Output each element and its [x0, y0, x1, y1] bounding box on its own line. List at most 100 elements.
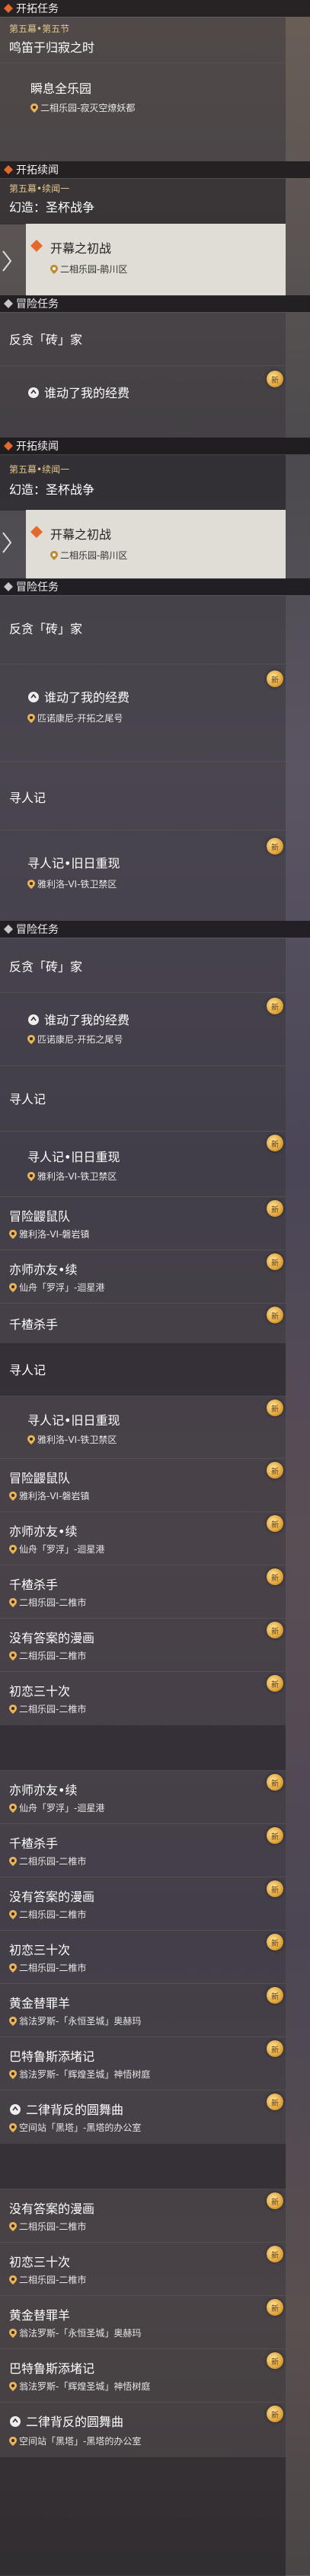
quest-item[interactable]: 巴特鲁斯添堵记 翁法罗斯-「辉煌圣城」神悟树庭 新 [0, 2348, 286, 2402]
quest-title: 千楂杀手 [9, 1317, 59, 1332]
quest-item[interactable]: 第五幕•第五节 鸣笛于归寂之时 [0, 17, 286, 63]
quest-item-selected[interactable]: 开幕之初战 二相乐园-鹃川区 [26, 224, 286, 296]
quest-item[interactable]: 没有答案的漫画 二相乐园-二椎市 新 [0, 1618, 286, 1672]
selected-indicator-icon [0, 525, 17, 560]
quest-item[interactable]: 谁动了我的经费 匹诺康尼-开拓之尾号 新 [0, 664, 286, 762]
quest-title: 千楂杀手 [9, 1836, 59, 1851]
new-badge-icon: 新 [267, 1200, 283, 1217]
quest-title: 亦师亦友•续 [9, 1263, 78, 1277]
location-pin-icon [9, 2016, 17, 2026]
quest-item[interactable]: 千楂杀手 二相乐园-二椎市 新 [0, 1565, 286, 1619]
quest-type-icon [30, 526, 43, 538]
quest-item[interactable]: 反贪「砖」家 [0, 312, 286, 366]
list-spacer [0, 2143, 286, 2189]
location-pin-icon [9, 1704, 17, 1714]
category-header-adventure[interactable]: 冒险任务 [0, 578, 310, 595]
quest-title: 没有答案的漫画 [9, 2202, 95, 2216]
quest-title: 初恋三十次 [9, 1943, 71, 1957]
quest-item-selected[interactable]: 开幕之初战 二相乐园-鹃川区 [26, 510, 286, 579]
quest-location: 二相乐园-二椎市 [9, 1961, 86, 1974]
location-pin-icon [9, 2122, 17, 2132]
quest-item[interactable]: 反贪「砖」家 [0, 595, 286, 664]
category-header-continuation[interactable]: 开拓续闻 [0, 438, 310, 454]
location-pin-icon [9, 1597, 17, 1607]
quest-item[interactable]: 二律背反的圆舞曲 空间站「黑塔」-黑塔的办公室 新 [0, 2090, 286, 2144]
new-badge-icon: 新 [267, 2094, 283, 2110]
quest-type-icon [27, 1014, 40, 1026]
quest-item[interactable]: 亦师亦友•续 仙舟「罗浮」-迴星港 新 [0, 1250, 286, 1304]
adventure-mission-icon [4, 582, 13, 591]
quest-item[interactable]: 反贪「砖」家 [0, 938, 286, 993]
new-badge-icon: 新 [267, 1622, 283, 1638]
quest-item[interactable]: 初恋三十次 二相乐园-二椎市 新 [0, 2242, 286, 2296]
quest-location: 二相乐园-二椎市 [9, 1596, 86, 1609]
quest-item[interactable]: 瞬息全乐园 二相乐园-寂灭空燎妖都 [0, 62, 286, 162]
quest-title: 反贪「砖」家 [9, 333, 83, 347]
quest-title: 谁动了我的经费 [27, 687, 129, 705]
quest-item[interactable]: 谁动了我的经费 新 [0, 365, 286, 438]
location-pin-icon [27, 1171, 35, 1181]
quest-item[interactable]: 黄金替罪羊 翁法罗斯-「永恒圣城」奥赫玛 新 [0, 2295, 286, 2349]
quest-type-icon [30, 240, 43, 252]
quest-location: 匹诺康尼-开拓之尾号 [27, 712, 123, 724]
quest-title: 冒险鼹鼠队 [9, 1209, 71, 1224]
adventure-mission-icon [4, 925, 13, 934]
new-badge-icon: 新 [267, 998, 283, 1014]
new-badge-icon: 新 [267, 1568, 283, 1585]
quest-item[interactable]: 谁动了我的经费 匹诺康尼-开拓之尾号 新 [0, 992, 286, 1066]
category-header-adventure[interactable]: 冒险任务 [0, 921, 310, 938]
quest-title: 冒险鼹鼠队 [9, 1471, 71, 1485]
new-badge-icon: 新 [267, 1675, 283, 1692]
quest-item[interactable]: 亦师亦友•续 仙舟「罗浮」-迴星港 新 [0, 1770, 286, 1824]
category-header-continuation[interactable]: 开拓续闻 [0, 161, 310, 178]
quest-location: 雅利洛-VI-铁卫禁区 [27, 1433, 117, 1446]
quest-item[interactable]: 亦师亦友•续 仙舟「罗浮」-迴星港 新 [0, 1511, 286, 1565]
category-header-trailblaze[interactable]: 开拓任务 [0, 0, 310, 17]
quest-group-header[interactable]: 寻人记 [0, 1342, 286, 1396]
quest-type-icon [27, 387, 40, 399]
quest-item[interactable]: 寻人记•旧日重现 雅利洛-VI-铁卫禁区 新 [0, 829, 286, 922]
quest-title: 寻人记•旧日重现 [27, 856, 120, 871]
location-pin-icon [9, 1651, 17, 1661]
quest-item[interactable]: 黄金替罪羊 翁法罗斯-「永恒圣城」奥赫玛 新 [0, 1983, 286, 2037]
quest-group-header[interactable]: 寻人记 [0, 1065, 286, 1132]
quest-item[interactable]: 二律背反的圆舞曲 空间站「黑塔」-黑塔的办公室 新 [0, 2402, 286, 2457]
quest-item[interactable]: 冒险鼹鼠队 雅利洛-VI-磐岩镇 新 [0, 1458, 286, 1512]
category-label: 开拓续闻 [16, 441, 59, 453]
new-badge-icon: 新 [267, 1987, 283, 2004]
quest-item[interactable]: 寻人记•旧日重现 雅利洛-VI-铁卫禁区 新 [0, 1131, 286, 1197]
new-badge-icon: 新 [267, 2192, 283, 2209]
category-header-adventure[interactable]: 冒险任务 [0, 295, 310, 312]
continuation-icon [4, 165, 13, 174]
quest-title: 亦师亦友•续 [9, 1783, 78, 1797]
quest-item[interactable]: 没有答案的漫画 二相乐园-二椎市 新 [0, 1877, 286, 1931]
new-badge-icon: 新 [267, 2299, 283, 2316]
quest-chapter: 第五幕•第五节 [9, 24, 70, 34]
quest-item[interactable]: 千楂杀手 新 [0, 1303, 286, 1343]
adventure-mission-icon [4, 299, 13, 308]
quest-item[interactable]: 第五幕•续闻一 幻造：圣杯战争 [0, 178, 286, 224]
quest-title: 巴特鲁斯添堵记 [9, 2361, 95, 2376]
quest-item[interactable]: 第五幕•续闻一 幻造：圣杯战争 [0, 454, 286, 511]
quest-item[interactable]: 初恋三十次 二相乐园-二椎市 新 [0, 1930, 286, 1984]
quest-location: 二相乐园-鹃川区 [50, 263, 127, 275]
quest-title: 黄金替罪羊 [9, 2308, 71, 2323]
quest-group-header[interactable]: 寻人记 [0, 761, 286, 830]
quest-item[interactable]: 初恋三十次 二相乐园-二椎市 新 [0, 1671, 286, 1725]
quest-title: 瞬息全乐园 [30, 81, 92, 96]
quest-item[interactable]: 千楂杀手 二相乐园-二椎市 新 [0, 1823, 286, 1877]
trailblaze-mission-icon [4, 4, 13, 13]
quest-item[interactable]: 没有答案的漫画 二相乐园-二椎市 新 [0, 2189, 286, 2243]
quest-location: 翁法罗斯-「辉煌圣城」神悟树庭 [9, 2380, 150, 2393]
location-pin-icon [27, 1034, 35, 1044]
quest-title: 反贪「砖」家 [9, 960, 83, 974]
quest-chapter: 第五幕•续闻一 [9, 183, 70, 194]
quest-item[interactable]: 冒险鼹鼠队 雅利洛-VI-磐岩镇 新 [0, 1196, 286, 1250]
category-label: 开拓续闻 [16, 164, 59, 177]
location-pin-icon [9, 1803, 17, 1813]
location-pin-icon [9, 1491, 17, 1501]
quest-location: 翁法罗斯-「永恒圣城」奥赫玛 [9, 2326, 141, 2339]
quest-item[interactable]: 巴特鲁斯添堵记 翁法罗斯-「辉煌圣城」神悟树庭 新 [0, 2036, 286, 2090]
quest-item[interactable]: 寻人记•旧日重现 雅利洛-VI-铁卫禁区 新 [0, 1396, 286, 1459]
new-badge-icon: 新 [267, 1399, 283, 1416]
